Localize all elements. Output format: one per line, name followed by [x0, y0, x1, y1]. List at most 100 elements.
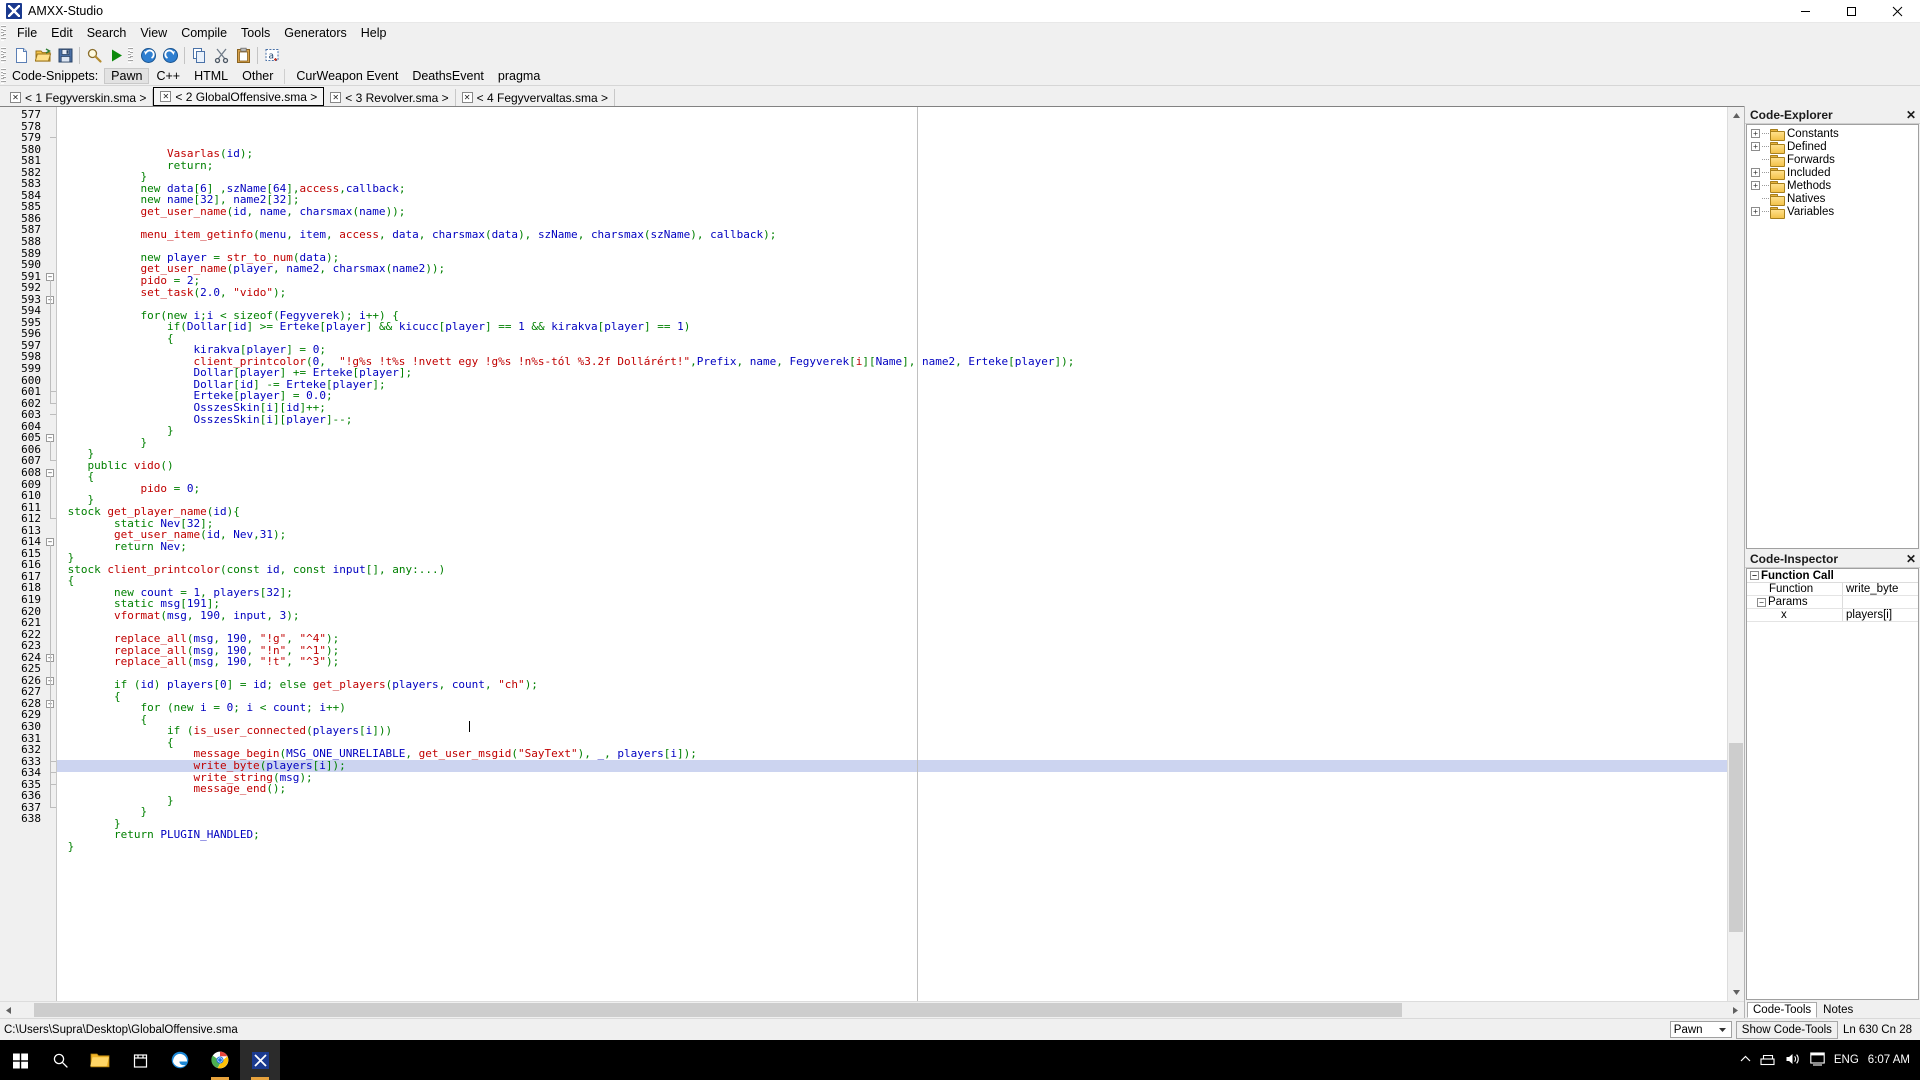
close-icon[interactable]: ✕: [461, 92, 473, 103]
menu-item-search[interactable]: Search: [80, 24, 134, 42]
toolbar-gripper-1[interactable]: [1, 47, 8, 63]
new-file-icon[interactable]: [10, 44, 32, 66]
close-icon[interactable]: ✕: [1906, 552, 1916, 566]
code-line[interactable]: }: [57, 817, 1727, 830]
code-explorer-item[interactable]: + Included: [1747, 166, 1918, 180]
fold-slot[interactable]: [44, 167, 56, 179]
code-explorer-item[interactable]: + Defined: [1747, 140, 1918, 154]
scroll-left-icon[interactable]: [0, 1002, 17, 1018]
code-line[interactable]: new count = 1, players[32];: [57, 587, 1727, 599]
fold-slot[interactable]: [44, 236, 56, 248]
code-line[interactable]: for (new i = 0; i < count; i++): [57, 702, 1727, 714]
code-line[interactable]: }: [57, 794, 1727, 807]
fold-slot[interactable]: [44, 109, 56, 121]
file-tab-fegyverskin[interactable]: ✕ < 1 Fegyverskin.sma >: [4, 89, 154, 106]
code-line[interactable]: get_user_name(id, Nev,31);: [57, 529, 1727, 541]
start-windows-icon[interactable]: [0, 1040, 40, 1080]
file-tab-revolver[interactable]: ✕ < 3 Revolver.sma >: [324, 89, 456, 106]
fold-slot[interactable]: [44, 409, 56, 421]
chrome-browser-icon[interactable]: [200, 1040, 240, 1080]
code-line[interactable]: if(Dollar[id] >= Erteke[player] && kicuc…: [57, 321, 1727, 333]
close-icon[interactable]: [1874, 0, 1920, 23]
code-line[interactable]: if (is_user_connected(players[i])): [57, 725, 1727, 737]
code-line[interactable]: [57, 852, 1727, 864]
editor-horizontal-scrollbar[interactable]: [0, 1001, 1744, 1018]
menu-item-compile[interactable]: Compile: [174, 24, 234, 42]
snippet-pragma[interactable]: pragma: [491, 68, 547, 84]
code-explorer-item[interactable]: + Variables: [1747, 205, 1918, 219]
menu-item-view[interactable]: View: [133, 24, 174, 42]
code-explorer-item[interactable]: Forwards: [1747, 153, 1918, 167]
editor-vertical-scrollbar[interactable]: [1727, 107, 1744, 1001]
snippet-tab-other[interactable]: Other: [235, 68, 280, 84]
scroll-down-icon[interactable]: [1728, 984, 1744, 1001]
fold-slot[interactable]: [44, 190, 56, 202]
replace-a-icon[interactable]: a: [261, 44, 283, 66]
code-line[interactable]: return;: [57, 159, 1727, 172]
redo-arrow-icon[interactable]: [159, 44, 181, 66]
store-icon[interactable]: [120, 1040, 160, 1080]
code-explorer-item[interactable]: + Constants: [1747, 127, 1918, 141]
close-icon[interactable]: ✕: [10, 92, 21, 103]
code-line[interactable]: }: [57, 448, 1727, 460]
scroll-up-icon[interactable]: [1728, 107, 1744, 124]
search-magnifier-icon[interactable]: [83, 44, 105, 66]
fold-slot[interactable]: [44, 421, 56, 433]
inspector-row-function[interactable]: Function write_byte: [1747, 583, 1918, 596]
code-line[interactable]: new data[6] ,szName[64],access,callback;: [57, 182, 1727, 195]
expand-icon[interactable]: +: [1751, 142, 1760, 151]
code-explorer-item[interactable]: Natives: [1747, 192, 1918, 206]
inspector-group-row[interactable]: − Function Call: [1747, 569, 1918, 583]
fold-slot[interactable]: [44, 813, 56, 825]
action-center-icon[interactable]: [1810, 1051, 1825, 1069]
code-line[interactable]: public vido(): [57, 459, 1727, 472]
fold-slot[interactable]: [44, 525, 56, 537]
fold-slot[interactable]: [44, 201, 56, 213]
save-disk-icon[interactable]: [54, 44, 76, 66]
code-line[interactable]: }: [57, 841, 1727, 853]
code-line[interactable]: }: [57, 494, 1727, 506]
fold-slot[interactable]: [44, 213, 56, 225]
amxx-studio-taskbar-icon[interactable]: [240, 1040, 280, 1080]
code-line[interactable]: get_user_name(id, name, charsmax(name));: [57, 205, 1727, 218]
code-line[interactable]: return PLUGIN_HANDLED;: [57, 829, 1727, 841]
snippet-deaths-event[interactable]: DeathsEvent: [405, 68, 491, 84]
snippet-tab-pawn[interactable]: Pawn: [104, 68, 150, 84]
minimize-icon[interactable]: [1782, 0, 1828, 23]
code-line[interactable]: return Nev;: [57, 540, 1727, 553]
code-line[interactable]: static msg[191];: [57, 598, 1727, 610]
scroll-right-icon[interactable]: [1727, 1002, 1744, 1018]
code-line[interactable]: replace_all(msg, 190, "!t", "^3");: [57, 656, 1727, 668]
menu-item-generators[interactable]: Generators: [277, 24, 354, 42]
code-line[interactable]: stock get_player_name(id){: [57, 506, 1727, 518]
show-hidden-icons[interactable]: [1740, 1054, 1751, 1066]
snippet-curweapon-event[interactable]: CurWeapon Event: [289, 68, 405, 84]
edge-browser-icon[interactable]: [160, 1040, 200, 1080]
fold-slot[interactable]: [44, 121, 56, 133]
code-line[interactable]: static Nev[32];: [57, 517, 1727, 530]
code-line[interactable]: }: [57, 806, 1727, 818]
code-line[interactable]: if (id) players[0] = id; else get_player…: [57, 679, 1727, 691]
show-code-tools-button[interactable]: Show Code-Tools: [1735, 1020, 1838, 1039]
fold-slot[interactable]: [44, 259, 56, 271]
taskbar-clock[interactable]: 6:07 AM: [1868, 1054, 1910, 1066]
fold-slot[interactable]: [44, 144, 56, 156]
expand-icon[interactable]: +: [1751, 129, 1760, 138]
vertical-scroll-thumb[interactable]: [1729, 743, 1743, 933]
code-line[interactable]: stock client_printcolor(const id, const …: [57, 563, 1727, 576]
close-icon[interactable]: ✕: [330, 92, 342, 103]
vertical-scroll-track[interactable]: [1728, 124, 1744, 984]
undo-arrow-icon[interactable]: [137, 44, 159, 66]
code-line[interactable]: menu_item_getinfo(menu, item, access, da…: [57, 229, 1727, 241]
tab-notes[interactable]: Notes: [1817, 1002, 1859, 1018]
volume-icon[interactable]: [1785, 1052, 1801, 1069]
network-icon[interactable]: [1760, 1052, 1776, 1069]
chevron-down-icon[interactable]: [1716, 1022, 1729, 1037]
file-tab-globaloffensive[interactable]: ✕ < 2 GlobalOffensive.sma >: [153, 87, 325, 106]
expand-icon[interactable]: +: [1751, 181, 1760, 190]
horizontal-scroll-thumb[interactable]: [34, 1003, 1403, 1017]
file-tab-fegyvervaltas[interactable]: ✕ < 4 Fegyvervaltas.sma >: [456, 89, 616, 106]
close-icon[interactable]: ✕: [160, 91, 172, 102]
code-line[interactable]: pido = 2;: [57, 275, 1727, 287]
expand-icon[interactable]: +: [1751, 168, 1760, 177]
